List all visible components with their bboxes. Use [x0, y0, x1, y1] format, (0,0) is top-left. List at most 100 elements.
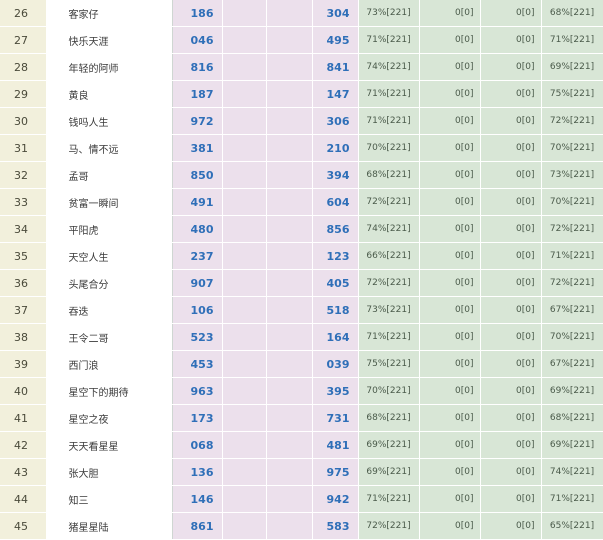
zero-count-first: 0[0]: [419, 161, 481, 189]
table-row: 30 钱吗人生 972 306 71%[221] 0[0] 0[0] 72%[221]: [0, 107, 603, 135]
empty-cell: [222, 350, 267, 378]
user-name[interactable]: 快乐天涯: [46, 26, 173, 54]
rate-second: 74%[221]: [541, 458, 603, 486]
empty-cell: [222, 0, 267, 27]
rank-cell: 35: [0, 242, 47, 270]
second-number: 856: [312, 215, 359, 243]
zero-count-first: 0[0]: [419, 458, 481, 486]
user-name[interactable]: 平阳虎: [46, 215, 173, 243]
zero-count-second: 0[0]: [480, 431, 542, 459]
first-number: 972: [172, 107, 223, 135]
second-number: 394: [312, 161, 359, 189]
zero-count-first: 0[0]: [419, 188, 481, 216]
user-name[interactable]: 黄良: [46, 80, 173, 108]
user-name[interactable]: 吞迭: [46, 296, 173, 324]
zero-count-first: 0[0]: [419, 134, 481, 162]
rate-first: 69%[221]: [358, 431, 420, 459]
zero-count-second: 0[0]: [480, 215, 542, 243]
rate-first: 71%[221]: [358, 323, 420, 351]
rate-second: 71%[221]: [541, 26, 603, 54]
user-name[interactable]: 猪星星陆: [46, 512, 173, 540]
user-name[interactable]: 年轻的阿师: [46, 53, 173, 81]
second-number: 164: [312, 323, 359, 351]
rate-second: 73%[221]: [541, 161, 603, 189]
second-number: 306: [312, 107, 359, 135]
user-name[interactable]: 天空人生: [46, 242, 173, 270]
first-number: 523: [172, 323, 223, 351]
user-name[interactable]: 西门浪: [46, 350, 173, 378]
user-name[interactable]: 星空之夜: [46, 404, 173, 432]
rate-second: 70%[221]: [541, 188, 603, 216]
empty-cell: [222, 377, 267, 405]
empty-cell: [266, 485, 313, 513]
table-row: 33 贫富一瞬间 491 604 72%[221] 0[0] 0[0] 70%[221]: [0, 188, 603, 216]
second-number: 123: [312, 242, 359, 270]
second-number: 039: [312, 350, 359, 378]
user-name[interactable]: 知三: [46, 485, 173, 513]
user-name[interactable]: 天天看星星: [46, 431, 173, 459]
table-row: 39 西门浪 453 039 75%[221] 0[0] 0[0] 67%[221]: [0, 350, 603, 378]
user-name[interactable]: 孟哥: [46, 161, 173, 189]
rate-second: 75%[221]: [541, 80, 603, 108]
second-number: 841: [312, 53, 359, 81]
table-row: 41 星空之夜 173 731 68%[221] 0[0] 0[0] 68%[221]: [0, 404, 603, 432]
ranking-table: 26 客家仔 186 304 73%[221] 0[0] 0[0] 68%[221] 27 快乐天…: [0, 0, 603, 540]
rate-second: 71%[221]: [541, 485, 603, 513]
user-name[interactable]: 客家仔: [46, 0, 173, 27]
second-number: 518: [312, 296, 359, 324]
empty-cell: [222, 431, 267, 459]
empty-cell: [266, 269, 313, 297]
zero-count-first: 0[0]: [419, 242, 481, 270]
rank-cell: 26: [0, 0, 47, 27]
zero-count-second: 0[0]: [480, 242, 542, 270]
zero-count-first: 0[0]: [419, 26, 481, 54]
user-name[interactable]: 头尾合分: [46, 269, 173, 297]
empty-cell: [266, 296, 313, 324]
rate-first: 71%[221]: [358, 485, 420, 513]
rank-cell: 44: [0, 485, 47, 513]
table-row: 36 头尾合分 907 405 72%[221] 0[0] 0[0] 72%[221]: [0, 269, 603, 297]
user-name[interactable]: 贫富一瞬间: [46, 188, 173, 216]
first-number: 850: [172, 161, 223, 189]
first-number: 068: [172, 431, 223, 459]
rate-first: 75%[221]: [358, 350, 420, 378]
rate-first: 68%[221]: [358, 161, 420, 189]
user-name[interactable]: 星空下的期待: [46, 377, 173, 405]
empty-cell: [266, 107, 313, 135]
rate-first: 73%[221]: [358, 0, 420, 27]
rate-first: 72%[221]: [358, 512, 420, 540]
table-row: 35 天空人生 237 123 66%[221] 0[0] 0[0] 71%[221]: [0, 242, 603, 270]
zero-count-first: 0[0]: [419, 107, 481, 135]
rate-second: 69%[221]: [541, 431, 603, 459]
user-name[interactable]: 马、情不远: [46, 134, 173, 162]
rate-first: 73%[221]: [358, 296, 420, 324]
empty-cell: [222, 269, 267, 297]
empty-cell: [222, 215, 267, 243]
rate-second: 71%[221]: [541, 242, 603, 270]
first-number: 173: [172, 404, 223, 432]
rank-cell: 28: [0, 53, 47, 81]
zero-count-first: 0[0]: [419, 0, 481, 27]
user-name[interactable]: 钱吗人生: [46, 107, 173, 135]
empty-cell: [266, 350, 313, 378]
table-row: 26 客家仔 186 304 73%[221] 0[0] 0[0] 68%[221]: [0, 0, 603, 27]
zero-count-second: 0[0]: [480, 323, 542, 351]
zero-count-first: 0[0]: [419, 215, 481, 243]
table-row: 31 马、情不远 381 210 70%[221] 0[0] 0[0] 70%[221]: [0, 134, 603, 162]
empty-cell: [222, 53, 267, 81]
first-number: 381: [172, 134, 223, 162]
rate-second: 70%[221]: [541, 134, 603, 162]
rank-cell: 30: [0, 107, 47, 135]
zero-count-second: 0[0]: [480, 485, 542, 513]
empty-cell: [222, 323, 267, 351]
zero-count-first: 0[0]: [419, 296, 481, 324]
zero-count-second: 0[0]: [480, 404, 542, 432]
rate-second: 68%[221]: [541, 404, 603, 432]
user-name[interactable]: 张大胆: [46, 458, 173, 486]
rate-first: 68%[221]: [358, 404, 420, 432]
user-name[interactable]: 王令二哥: [46, 323, 173, 351]
rate-first: 71%[221]: [358, 107, 420, 135]
second-number: 395: [312, 377, 359, 405]
zero-count-second: 0[0]: [480, 80, 542, 108]
rate-second: 69%[221]: [541, 377, 603, 405]
